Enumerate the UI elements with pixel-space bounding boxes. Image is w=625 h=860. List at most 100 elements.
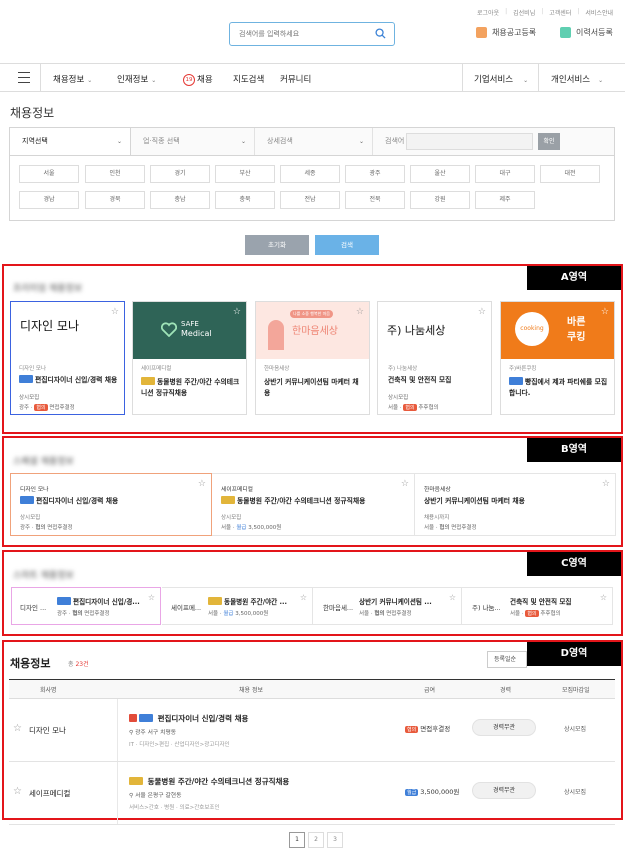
detail-select[interactable]: 상세검색 ⌄ xyxy=(255,128,373,155)
region-jeonbuk[interactable]: 전북 xyxy=(345,191,405,209)
region-gwangju[interactable]: 광주 xyxy=(345,165,405,183)
premium-card[interactable]: 주) 나눔세상 ☆ 주) 나눔세상 건축직 및 안전직 모집 상시모집 서울 ·… xyxy=(377,301,492,415)
star-icon[interactable]: ☆ xyxy=(449,593,456,602)
user-menu[interactable]: 김선비님 xyxy=(513,8,535,17)
star-icon[interactable]: ☆ xyxy=(233,307,241,317)
region-daegu[interactable]: 대구 xyxy=(475,165,535,183)
region-incheon[interactable]: 인천 xyxy=(85,165,145,183)
smart-card[interactable]: 주) 나눔... 건축직 및 안전직 모집 서울 · 협의 추후협의 ☆ xyxy=(462,587,613,625)
global-search xyxy=(229,22,395,46)
nav-19-jobs[interactable]: 19 채용 xyxy=(183,73,213,86)
region-jeju[interactable]: 제주 xyxy=(475,191,535,209)
keyword-input[interactable] xyxy=(406,133,533,150)
star-icon[interactable]: ☆ xyxy=(111,307,119,317)
star-icon[interactable]: ☆ xyxy=(401,479,409,489)
region-sejong[interactable]: 세종 xyxy=(280,165,340,183)
experience-badge: 경력무관 xyxy=(472,782,536,799)
region-daejeon[interactable]: 대전 xyxy=(540,165,600,183)
region-ulsan[interactable]: 울산 xyxy=(410,165,470,183)
star-icon[interactable]: ☆ xyxy=(601,307,609,317)
nav-community[interactable]: 커뮤니티 xyxy=(280,73,311,85)
star-icon[interactable]: ☆ xyxy=(198,479,206,489)
job-type-icon xyxy=(139,714,153,722)
region-busan[interactable]: 부산 xyxy=(215,165,275,183)
star-icon[interactable]: ☆ xyxy=(13,723,22,734)
nav-personal-service[interactable]: 개인서비스 ⌄ xyxy=(551,73,603,85)
keyword-confirm-button[interactable]: 확인 xyxy=(538,133,560,150)
job-type-icon xyxy=(221,496,235,504)
search-icon[interactable] xyxy=(375,28,386,39)
table-row[interactable]: ☆ 세이프메디컬 동물병원 주간/야간 수의테크니션 정규직채용 ⚲ 서울 은평… xyxy=(9,762,615,825)
region-select[interactable]: 지역선택 ⌄ xyxy=(10,128,131,155)
section-c-tag: C영역 xyxy=(527,552,621,576)
special-card[interactable]: ☆ 디자인 모나 편집디자이너 신입/경력 채용 상시모집 광주 · 협의 면접… xyxy=(10,473,212,536)
logout-link[interactable]: 로그아웃 xyxy=(477,8,499,17)
premium-card[interactable]: 디자인 모나 ☆ 디자인 모나 편집디자이너 신입/경력 채용 상시모집 광주 … xyxy=(10,301,125,415)
premium-card[interactable]: SAFE Medical ☆ 세이프메디컬 동물병원 주간/야간 수의테크니션 … xyxy=(132,301,247,415)
nav-company-service[interactable]: 기업서비스 ⌄ xyxy=(474,73,528,85)
search-input[interactable] xyxy=(230,23,366,45)
job-type-icon xyxy=(509,377,523,385)
premium-card[interactable]: 나를 소중 행복한 마음 한마음세상 ☆ 한마음세상 상반기 커뮤니케이션팀 마… xyxy=(255,301,370,415)
table-row[interactable]: ☆ 디자인 모나 편집디자이너 신입/경력 채용 ⚲ 광주 서구 치평동 IT … xyxy=(9,699,615,762)
region-seoul[interactable]: 서울 xyxy=(19,165,79,183)
job-type-icon xyxy=(20,496,34,504)
job-type-icon xyxy=(141,377,155,385)
company-logo: cooking 바른 쿠킹 xyxy=(501,302,614,359)
reset-button[interactable]: 초기화 xyxy=(245,235,309,255)
page-3[interactable]: 3 xyxy=(327,832,343,848)
experience-badge: 경력무관 xyxy=(472,719,536,736)
company-logo: 주) 나눔세상 xyxy=(387,324,446,337)
premium-card[interactable]: cooking 바른 쿠킹 ☆ 주)바른쿠킹 빵집에서 제과 파티쉐를 모집 합… xyxy=(500,301,615,415)
special-card[interactable]: ☆ 세이프메디컬 동물병원 주간/야간 수의테크니션 정규직채용 상시모집 서울… xyxy=(212,473,414,536)
region-gyeongnam[interactable]: 경남 xyxy=(19,191,79,209)
page-title: 채용정보 xyxy=(10,106,55,120)
heart-icon xyxy=(161,322,177,337)
resume-icon xyxy=(560,27,571,38)
section-a-tag: A영역 xyxy=(527,266,621,290)
post-job-icon xyxy=(476,27,487,38)
smart-heading: 스마트 채용정보 xyxy=(13,571,74,581)
special-heading: 스페셜 채용정보 xyxy=(13,457,74,467)
star-icon[interactable]: ☆ xyxy=(600,593,607,602)
star-icon[interactable]: ☆ xyxy=(148,593,155,602)
region-gangwon[interactable]: 강원 xyxy=(410,191,470,209)
star-icon[interactable]: ☆ xyxy=(356,307,364,317)
region-jeonnam[interactable]: 전남 xyxy=(280,191,340,209)
page-1[interactable]: 1 xyxy=(289,832,305,848)
special-card[interactable]: ☆ 한마음세상 상반기 커뮤니케이션팀 마케터 채용 채용시까지 서울 · 협의… xyxy=(414,473,616,536)
region-chungbuk[interactable]: 충북 xyxy=(215,191,275,209)
table-header: 회사명 채용 정보 급여 경력 모집마감일 xyxy=(9,679,615,699)
main-nav: 채용정보 ⌄ 인재정보 ⌄ 19 채용 지도검색 커뮤니티 기업서비스 ⌄ 개인서비스 ⌄ xyxy=(0,63,625,92)
urgent-icon xyxy=(129,714,137,722)
post-job-button[interactable]: 채용공고등록 xyxy=(476,27,536,38)
nav-job-info[interactable]: 채용정보 ⌄ xyxy=(53,73,92,85)
smart-card[interactable]: 한마음세... 상반기 커뮤니케이션팀 ... 서울 · 협의 면접후결정 ☆ xyxy=(312,587,462,625)
badge-19: 19 xyxy=(183,74,195,86)
resume-button[interactable]: 이력서등록 xyxy=(560,27,613,38)
location-pin-icon: ⚲ xyxy=(129,730,134,736)
smart-card[interactable]: 디자인 ... 편집디자이너 신입/경... 광주 · 협의 면접후결정 ☆ xyxy=(11,587,161,625)
sort-select[interactable]: 등록일순 xyxy=(487,651,527,668)
search-button[interactable]: 검색 xyxy=(315,235,379,255)
star-icon[interactable]: ☆ xyxy=(478,307,486,317)
menu-icon[interactable] xyxy=(18,72,30,83)
job-type-icon xyxy=(19,375,33,383)
nav-talent-info[interactable]: 인재정보 ⌄ xyxy=(117,73,156,85)
premium-heading: 프리미엄 채용정보 xyxy=(13,284,83,294)
service-guide-link[interactable]: 서비스안내 xyxy=(585,8,613,17)
job-type-icon xyxy=(129,777,143,785)
star-icon[interactable]: ☆ xyxy=(602,479,610,489)
section-b-tag: B영역 xyxy=(527,438,621,462)
page-2[interactable]: 2 xyxy=(308,832,324,848)
list-title: 채용정보 xyxy=(10,657,51,670)
customer-center-link[interactable]: 고객센터 xyxy=(549,8,571,17)
job-select[interactable]: 업·직종 선택 ⌄ xyxy=(131,128,255,155)
region-gyeonggi[interactable]: 경기 xyxy=(150,165,210,183)
nav-map-search[interactable]: 지도검색 xyxy=(233,73,264,85)
region-gyeongbuk[interactable]: 경북 xyxy=(85,191,145,209)
star-icon[interactable]: ☆ xyxy=(13,786,22,797)
star-icon[interactable]: ☆ xyxy=(300,593,307,602)
region-chungnam[interactable]: 충남 xyxy=(150,191,210,209)
smart-card[interactable]: 세이프메... 동물병원 주간/야간 ... 서울 · 월급 3,500,000… xyxy=(162,587,312,625)
